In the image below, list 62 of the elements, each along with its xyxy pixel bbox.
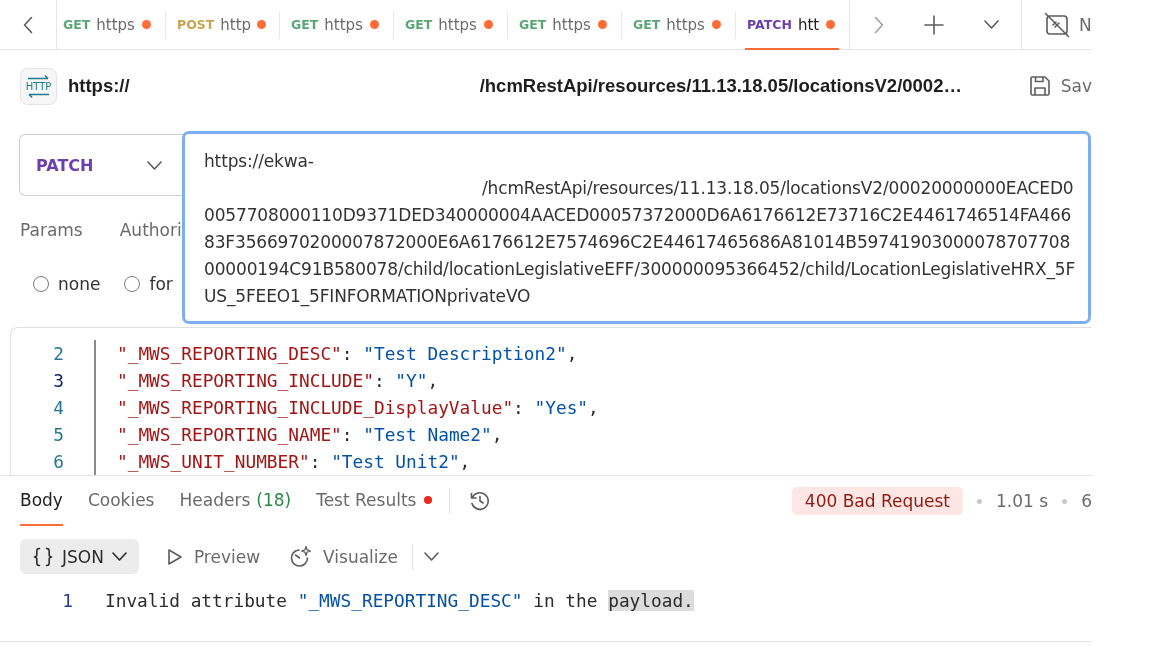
code-line: "_MWS_REPORTING_DESC": "Test Description2", bbox=[117, 342, 579, 366]
code-line: "_MWS_UNIT_NUMBER": "Test Unit2", bbox=[117, 450, 472, 474]
response-line: Invalid attribute "_MWS_REPORTING_DESC" in the payload. bbox=[105, 589, 694, 613]
chevron-right-icon bbox=[873, 15, 884, 34]
separator-dot-icon bbox=[1062, 498, 1068, 504]
chevron-down-icon bbox=[423, 552, 439, 561]
line-number: 5 bbox=[52, 423, 64, 447]
response-meta: 6 bbox=[1081, 491, 1092, 511]
request-title: https:// bbox=[68, 75, 130, 97]
preview-button[interactable]: Preview bbox=[166, 546, 261, 567]
view-dropdown-button[interactable] bbox=[423, 552, 439, 561]
braces-icon bbox=[32, 545, 54, 568]
request-tab[interactable]: GET https bbox=[393, 0, 507, 49]
response-tab[interactable]: Body bbox=[20, 476, 63, 526]
chevron-down-icon bbox=[147, 160, 162, 170]
request-tab[interactable]: GET https bbox=[279, 0, 393, 49]
save-button[interactable]: Sav bbox=[1028, 75, 1092, 97]
line-number: 4 bbox=[52, 396, 64, 420]
visualize-button[interactable]: Visualize bbox=[288, 544, 398, 569]
radio-label: for bbox=[149, 274, 173, 294]
request-path: /hcmRestApi/resources/11.13.18.05/locationsV2/0002… bbox=[479, 75, 962, 97]
response-tab[interactable]: Test Results bbox=[316, 476, 433, 526]
line-number: 1 bbox=[61, 589, 73, 613]
separator-dot-icon bbox=[977, 498, 983, 504]
plus-icon bbox=[924, 14, 944, 35]
code-line: "_MWS_REPORTING_NAME": "Test Name2", bbox=[117, 423, 504, 447]
method-label: GET bbox=[291, 17, 319, 32]
line-number: 2 bbox=[52, 342, 64, 366]
status-badge: 400 Bad Request bbox=[791, 487, 964, 515]
request-tab[interactable]: GET https bbox=[507, 0, 621, 49]
method-label: GET bbox=[633, 17, 661, 32]
format-dropdown[interactable]: JSON bbox=[20, 539, 139, 574]
response-meta: 1.01 s bbox=[996, 491, 1049, 511]
code-line: "_MWS_REPORTING_INCLUDE_DisplayValue": "Yes", bbox=[117, 396, 599, 420]
url-field[interactable]: https://ekwa- /hcmRestApi/resources/11.13.18.05/locationsV2/00020000000EACED00057708000110D9371DED340000004AACED00057372000D6A6176612E73716C2E4461746514FA46683F3566970200007872000E6A6176612E7574696C2E44617465686A81014B5974190300007870770800000194C91B580078/child/locationLegislativeEFF/300000095366452/child/LocationLegislativeHRX_5FUS_5FEEO1_5FINFORMATIONprivateVO bbox=[182, 131, 1091, 324]
line-number: 6 bbox=[52, 450, 64, 474]
response-tab[interactable]: Cookies bbox=[87, 476, 155, 526]
request-tab[interactable]: GET https bbox=[621, 0, 735, 49]
method-label: PATCH bbox=[747, 17, 792, 32]
request-section-tab[interactable]: Params bbox=[20, 216, 83, 244]
method-label: GET bbox=[519, 17, 547, 32]
save-icon bbox=[1028, 75, 1051, 97]
http-icon: HTTP bbox=[20, 67, 57, 105]
request-section-tab[interactable]: Authori bbox=[119, 216, 182, 244]
method-label: POST bbox=[177, 17, 215, 32]
request-tab[interactable]: GET https bbox=[57, 0, 165, 49]
request-tab[interactable]: POST http bbox=[165, 0, 279, 49]
code-line: "_MWS_REPORTING_INCLUDE": "Y", bbox=[117, 369, 440, 393]
method-label: GET bbox=[405, 17, 433, 32]
chevron-down-icon bbox=[983, 20, 999, 29]
environment-selector[interactable]: N bbox=[1021, 0, 1092, 49]
request-tab[interactable]: PATCH htt bbox=[735, 0, 849, 49]
play-icon bbox=[166, 547, 183, 566]
crossed-out-box-icon bbox=[1044, 11, 1070, 38]
line-number: 3 bbox=[52, 369, 64, 393]
chevron-down-icon bbox=[111, 552, 127, 561]
response-tab[interactable]: Headers (18) bbox=[179, 476, 292, 526]
radio-label: none bbox=[58, 274, 101, 294]
chevron-left-icon bbox=[23, 15, 33, 34]
tab-count: (18) bbox=[256, 490, 292, 510]
gauge-sparkle-icon bbox=[288, 544, 313, 569]
method-label: GET bbox=[63, 17, 91, 32]
